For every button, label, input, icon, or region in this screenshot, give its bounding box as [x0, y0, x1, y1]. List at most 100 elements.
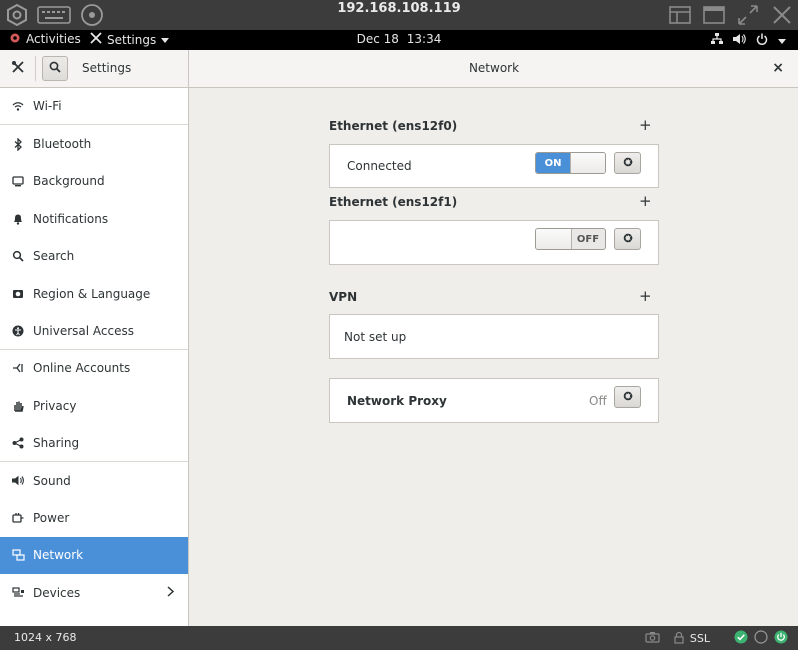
close-button[interactable]: × — [772, 61, 784, 75]
lock-icon — [674, 631, 684, 647]
speaker-icon — [11, 474, 25, 488]
ssl-label: SSL — [689, 632, 710, 645]
tools-button[interactable] — [8, 58, 28, 78]
sidebar-item-label: Universal Access — [33, 323, 134, 338]
sidebar-item-background[interactable]: Background — [0, 163, 188, 200]
add-ethernet-1-button[interactable]: + — [639, 194, 652, 209]
sidebar-item-search[interactable]: Search — [0, 238, 188, 275]
power-plug-icon — [11, 511, 25, 525]
gear-icon — [622, 390, 634, 405]
layout-icon[interactable] — [668, 4, 692, 26]
window-icon[interactable] — [702, 4, 726, 26]
clock-date: Dec 18 — [356, 32, 399, 46]
sidebar-item-label: Background — [33, 174, 105, 189]
wifi-icon — [11, 99, 25, 113]
empty-circle-icon — [754, 630, 768, 647]
fullscreen-icon[interactable] — [736, 3, 760, 27]
search-icon — [11, 249, 25, 263]
header-bar: Settings Network × — [0, 50, 798, 88]
sidebar: Wi-Fi Bluetooth Background Notifications Sea… — [0, 88, 189, 626]
check-circle-icon — [734, 630, 748, 647]
sidebar-item-sound[interactable]: Sound — [0, 462, 188, 499]
bell-icon — [11, 212, 25, 226]
ethernet-0-status: Connected — [347, 159, 412, 173]
ethernet-1-settings-button[interactable] — [614, 228, 641, 250]
network-proxy-label: Network Proxy — [347, 393, 447, 408]
sidebar-item-privacy[interactable]: Privacy — [0, 387, 188, 424]
settings-window: Settings Network × Wi-Fi Bluetooth Backgro… — [0, 50, 798, 626]
sidebar-item-label: Sound — [33, 473, 71, 488]
vpn-card: Not set up — [329, 314, 659, 359]
power-icon — [756, 33, 768, 48]
sidebar-item-label: Devices — [33, 585, 81, 600]
vpn-title: VPN — [329, 290, 358, 304]
network-wired-icon — [711, 33, 723, 48]
share-icon — [11, 436, 25, 450]
gnome-top-bar: Activities Settings Dec 18 13:34 — [0, 30, 798, 50]
vnc-title-bar: 192.168.108.119 — [0, 0, 798, 30]
network-panel: Ethernet (ens12f0) + Connected ON Ethern… — [190, 88, 798, 626]
gear-icon — [622, 232, 634, 247]
volume-icon — [733, 33, 746, 48]
clock-time: 13:34 — [406, 32, 442, 46]
ethernet-0-title: Ethernet (ens12f0) — [329, 119, 458, 133]
header-left: Settings — [0, 50, 189, 88]
vpn-status: Not set up — [344, 329, 407, 344]
sidebar-item-sharing[interactable]: Sharing — [0, 425, 188, 462]
network-proxy-status: Off — [589, 393, 607, 408]
sidebar-item-label: Search — [33, 249, 75, 264]
clock[interactable]: Dec 18 13:34 — [0, 32, 798, 46]
tools-icon — [11, 60, 25, 77]
sidebar-item-network[interactable]: Network — [0, 536, 188, 575]
region-icon — [11, 287, 25, 301]
ethernet-1-title: Ethernet (ens12f1) — [329, 195, 458, 209]
ethernet-0-settings-button[interactable] — [614, 152, 641, 174]
sidebar-item-label: Privacy — [33, 398, 77, 413]
sidebar-item-online-accounts[interactable]: Online Accounts — [0, 350, 188, 387]
vnc-status-bar: 1024 x 768 SSL — [0, 626, 798, 650]
ethernet-0-card: Connected ON — [329, 144, 659, 188]
accessibility-icon — [11, 324, 25, 338]
gear-icon — [622, 156, 634, 171]
sidebar-item-label: Sharing — [33, 435, 80, 450]
system-tray[interactable] — [711, 33, 786, 48]
switch-knob — [536, 229, 572, 249]
close-icon[interactable] — [770, 3, 794, 27]
bluetooth-icon — [11, 137, 25, 151]
sidebar-item-label: Region & Language — [33, 286, 151, 301]
sidebar-item-label: Bluetooth — [33, 137, 92, 152]
switch-off-label: OFF — [576, 233, 600, 245]
sidebar-item-bluetooth[interactable]: Bluetooth — [0, 125, 188, 162]
switch-on-label: ON — [536, 153, 570, 173]
resolution-label: 1024 x 768 — [14, 631, 77, 644]
chevron-right-icon — [167, 586, 175, 600]
sidebar-item-region-language[interactable]: Region & Language — [0, 275, 188, 312]
ethernet-1-switch[interactable]: OFF — [535, 228, 606, 250]
sidebar-item-universal-access[interactable]: Universal Access — [0, 312, 188, 350]
switch-knob — [570, 153, 605, 173]
hand-icon — [11, 399, 25, 413]
sidebar-item-devices[interactable]: Devices — [0, 574, 188, 611]
devices-icon — [11, 586, 25, 600]
header-separator — [35, 56, 36, 81]
caret-down-icon — [778, 34, 786, 48]
ethernet-0-switch[interactable]: ON — [535, 152, 606, 174]
sidebar-item-label: Power — [33, 510, 70, 525]
network-proxy-settings-button[interactable] — [614, 386, 641, 408]
sidebar-item-label: Network — [33, 548, 84, 563]
network-proxy-card[interactable]: Network Proxy Off — [329, 378, 659, 423]
sidebar-item-label: Notifications — [33, 211, 109, 226]
search-button[interactable] — [42, 56, 68, 81]
sidebar-list: Wi-Fi Bluetooth Background Notifications Sea… — [0, 88, 188, 611]
search-icon — [49, 61, 61, 76]
sidebar-item-power[interactable]: Power — [0, 499, 188, 536]
sidebar-item-label: Online Accounts — [33, 361, 131, 376]
add-ethernet-0-button[interactable]: + — [639, 118, 652, 133]
power-status-icon[interactable] — [774, 630, 788, 647]
camera-icon[interactable] — [645, 631, 660, 646]
ethernet-1-card: OFF — [329, 220, 659, 265]
page-title: Network — [468, 61, 520, 75]
add-vpn-button[interactable]: + — [639, 289, 652, 304]
sidebar-item-wi-fi[interactable]: Wi-Fi — [0, 88, 188, 126]
sidebar-item-notifications[interactable]: Notifications — [0, 200, 188, 237]
